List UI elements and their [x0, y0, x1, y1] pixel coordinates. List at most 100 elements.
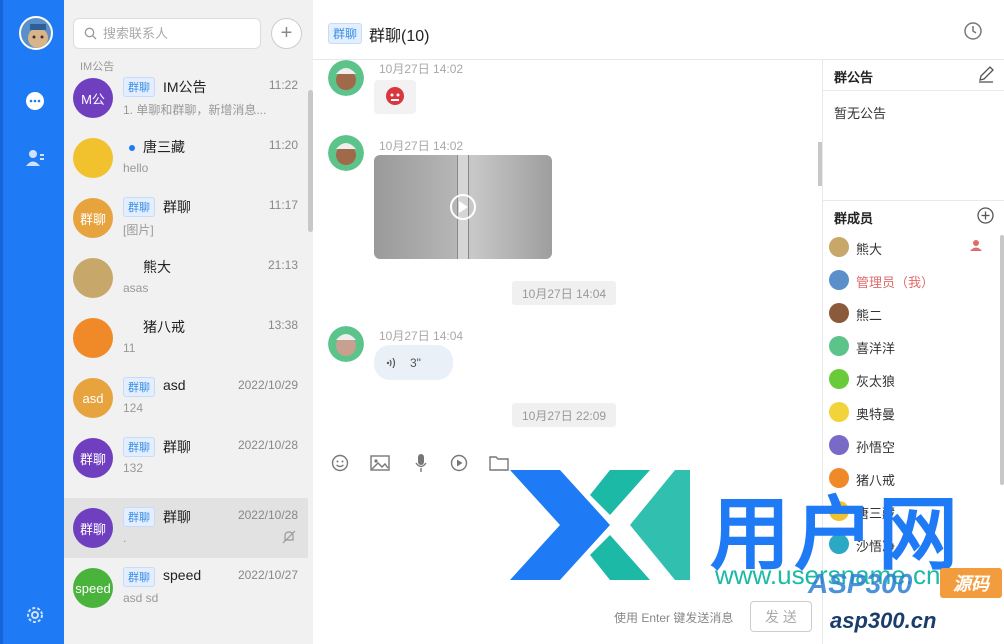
conversation-preview: asd sd: [123, 591, 159, 605]
conversation-avatar: 群聊: [73, 508, 113, 548]
add-member-icon[interactable]: [977, 207, 994, 227]
member-avatar: [829, 369, 849, 389]
conversation-time: 11:17: [268, 198, 298, 212]
members-scrollbar[interactable]: [1000, 235, 1004, 485]
member-item[interactable]: 喜洋洋: [828, 330, 998, 363]
video-message[interactable]: [374, 155, 552, 259]
member-avatar: [829, 237, 849, 257]
conversation-item[interactable]: 猪八戒 13:38 11: [64, 308, 308, 368]
user-avatar[interactable]: [19, 16, 53, 50]
mute-icon: [282, 530, 296, 547]
avatar-text: 群聊: [79, 521, 106, 537]
avatar-text: asd: [82, 390, 104, 406]
emoji-message[interactable]: [374, 80, 416, 114]
play-icon[interactable]: [450, 194, 476, 220]
contacts-icon[interactable]: [23, 146, 47, 170]
member-item[interactable]: 熊二: [828, 297, 998, 330]
avatar-text: 群聊: [79, 451, 106, 467]
message-avatar[interactable]: [328, 60, 364, 96]
conversation-avatar: [73, 258, 113, 298]
watermark-tag: 源码: [940, 568, 1002, 598]
search-box[interactable]: [73, 18, 261, 49]
settings-icon[interactable]: [23, 603, 47, 627]
watermark: 用户网 www.usersname.cn ASP300 源码 asp300.cn: [500, 450, 1004, 644]
group-tag: 群聊: [123, 77, 155, 97]
message-avatar[interactable]: [328, 135, 364, 171]
conversation-preview: [图片]: [123, 223, 154, 237]
voice-icon: [386, 357, 396, 368]
member-name: 管理员（我）: [856, 275, 935, 290]
conversation-item[interactable]: asd 群聊 asd 2022/10/29 124: [64, 368, 308, 428]
message-area: 10月27日 14:02 10月27日 14:02 10月27日 14:04 1…: [313, 60, 822, 440]
conversation-item[interactable]: 熊大 21:13 asas: [64, 248, 308, 308]
member-item[interactable]: 灰太狼: [828, 363, 998, 396]
conversation-time: 2022/10/28: [237, 508, 298, 522]
conversation-preview: 124: [123, 401, 144, 415]
conversation-time: 2022/10/28: [237, 438, 298, 452]
conversation-name: IM公告: [163, 79, 207, 95]
image-icon[interactable]: [369, 452, 391, 474]
conversation-name: speed: [163, 567, 202, 583]
conversation-preview: 1. 单聊和群聊，新增消息...: [123, 103, 267, 117]
conversation-preview: hello: [123, 161, 149, 175]
member-item[interactable]: 管理员（我）: [828, 264, 998, 297]
emoji-icon[interactable]: [329, 452, 351, 474]
conversation-item[interactable]: M公 群聊 IM公告 11:22 1. 单聊和群聊，新增消息...: [64, 68, 308, 128]
chat-header: 群聊 群聊(10): [313, 0, 1004, 60]
conversation-name: 唐三藏: [143, 139, 185, 155]
message-avatar[interactable]: [328, 326, 364, 362]
avatar-text: speed: [75, 580, 111, 596]
member-name: 灰太狼: [856, 374, 896, 389]
voice-message[interactable]: 3": [374, 345, 453, 380]
center-timestamp: 10月27日 22:09: [512, 403, 617, 427]
notice-header: 群公告: [823, 60, 1004, 91]
member-name: 熊二: [856, 308, 883, 323]
conversation-preview: 132: [123, 461, 144, 475]
watermark-logo-icon: [510, 470, 690, 580]
search-icon: [84, 27, 97, 40]
conversation-preview: asas: [123, 281, 149, 295]
conversation-name: 熊大: [143, 259, 171, 275]
conversation-name: 群聊: [163, 199, 191, 215]
conversation-avatar: 群聊: [73, 438, 113, 478]
microphone-icon[interactable]: [410, 452, 432, 474]
member-item[interactable]: 奥特曼: [828, 396, 998, 429]
group-tag: 群聊: [123, 377, 155, 397]
group-tag: 群聊: [123, 437, 155, 457]
group-tag: 群聊: [123, 197, 155, 217]
conversation-time: 11:20: [268, 138, 298, 152]
unread-dot: [129, 145, 135, 151]
avatar-text: M公: [81, 91, 105, 107]
conversation-item[interactable]: 群聊 群聊 群聊 2022/10/28.: [64, 498, 308, 558]
conversation-avatar: [73, 138, 113, 178]
notice-text: 暂无公告: [834, 106, 887, 121]
conversation-item[interactable]: 唐三藏 11:20 hello: [64, 128, 308, 188]
group-tag: 群聊: [328, 23, 363, 44]
group-tag: 群聊: [123, 567, 155, 587]
chat-icon[interactable]: [23, 89, 47, 113]
conversation-avatar: asd: [73, 378, 113, 418]
center-timestamp: 10月27日 14:04: [512, 281, 617, 305]
search-input[interactable]: [103, 26, 253, 41]
message-time: 10月27日 14:02: [379, 62, 464, 76]
group-tag: 群聊: [123, 507, 155, 527]
member-name: 熊大: [856, 242, 883, 257]
history-icon[interactable]: [963, 21, 983, 44]
members-title: 群成员: [834, 211, 874, 226]
watermark-asp-url: asp300.cn: [830, 608, 937, 633]
members-header: 群成员: [823, 200, 1004, 230]
add-button[interactable]: +: [271, 18, 302, 49]
conversation-item[interactable]: 群聊 群聊 群聊 11:17 [图片]: [64, 188, 308, 248]
edit-icon[interactable]: [977, 65, 995, 86]
video-icon[interactable]: [448, 452, 470, 474]
member-item[interactable]: 熊大: [828, 231, 998, 264]
conversation-list: + IM公告 M公群聊IM公告11:221. 单聊和群聊，新增消息...唐三藏1…: [64, 0, 313, 644]
conversation-time: 2022/10/29: [237, 378, 298, 392]
conversation-item[interactable]: speed 群聊 speed 2022/10/27 asd sd: [64, 558, 308, 618]
conversation-item[interactable]: 群聊 群聊 群聊 2022/10/28 132: [64, 428, 308, 488]
panel-scrollbar[interactable]: [818, 142, 822, 186]
member-avatar: [829, 402, 849, 422]
conversation-avatar: 群聊: [73, 198, 113, 238]
member-avatar: [829, 270, 849, 290]
conversation-time: 11:22: [268, 78, 298, 92]
